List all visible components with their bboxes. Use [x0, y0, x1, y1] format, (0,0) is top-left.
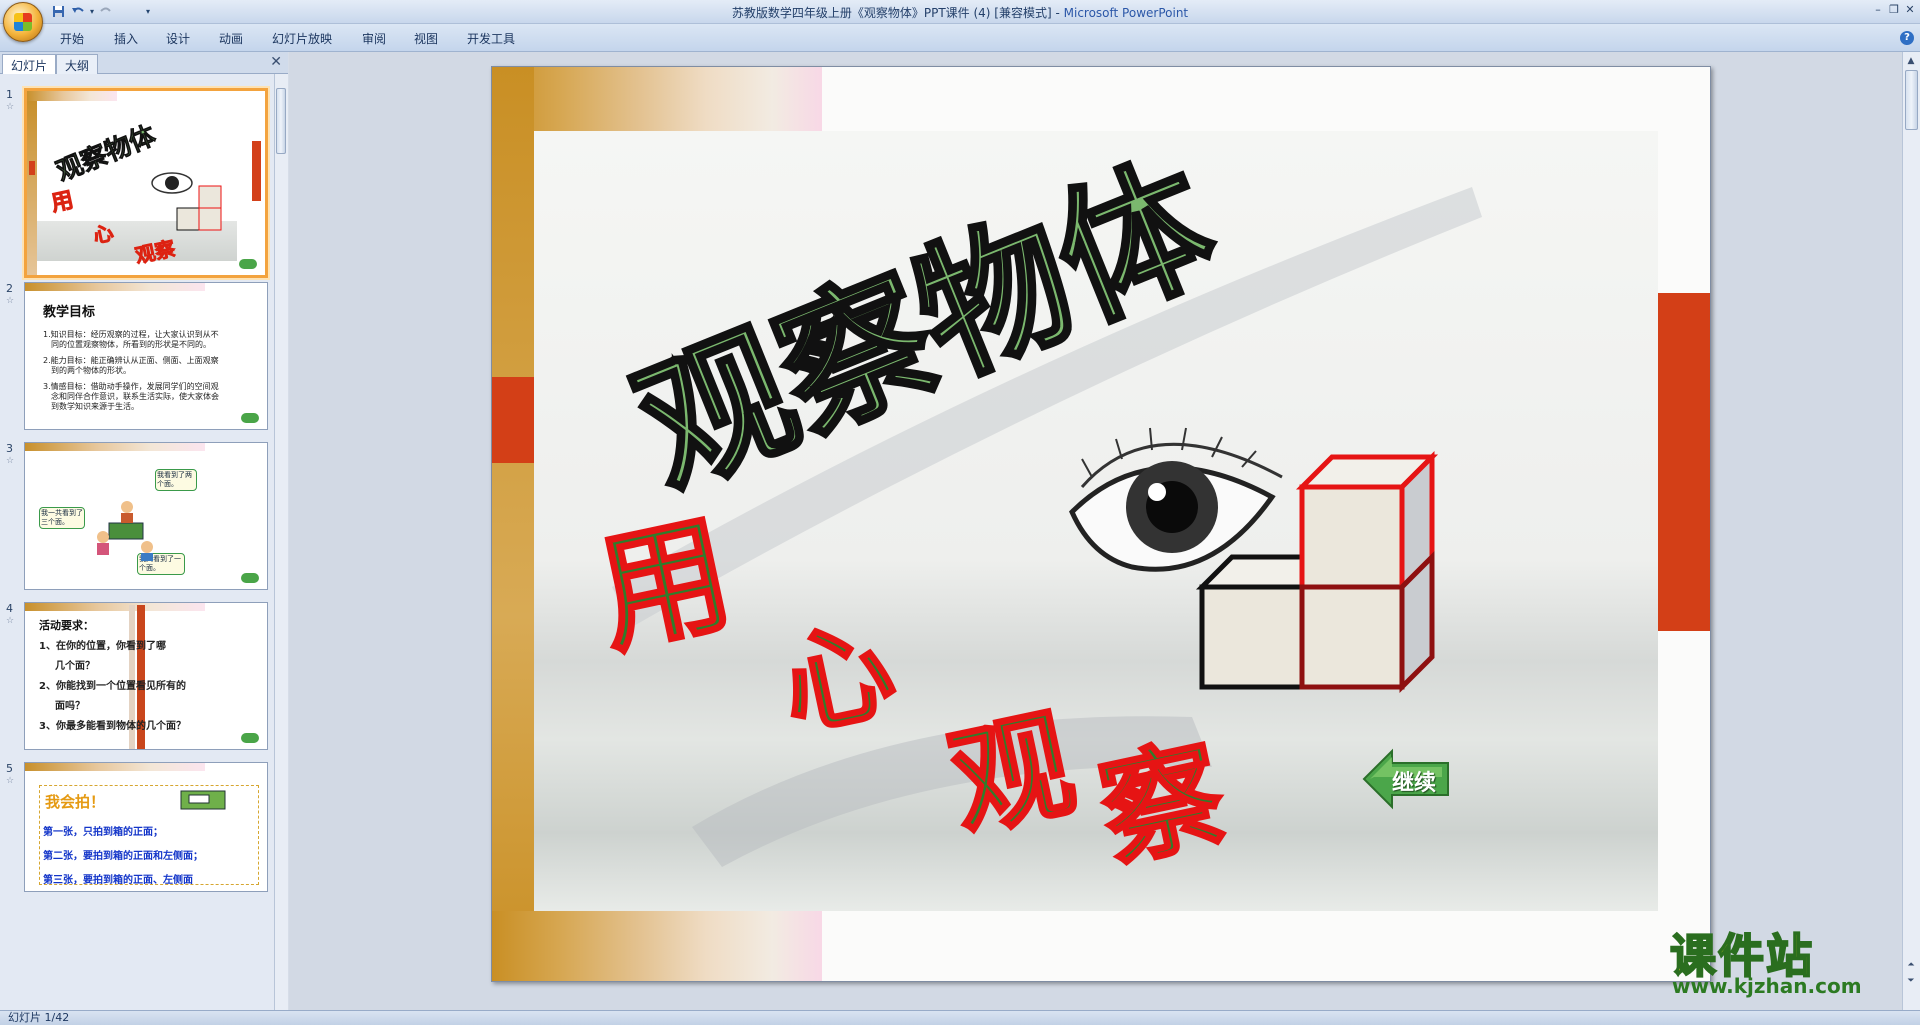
tab-review[interactable]: 审阅: [362, 30, 386, 47]
thumbnail-number: 1: [6, 88, 13, 101]
tab-insert[interactable]: 插入: [114, 30, 138, 47]
thumb-line: 几个面？: [55, 661, 95, 672]
svg-text:观察: 观察: [133, 236, 178, 268]
minimize-icon[interactable]: –: [1870, 2, 1886, 18]
animation-star-icon: ☆: [6, 102, 15, 112]
site-watermark: 课件站 www.kjzhan.com: [1669, 920, 1910, 998]
animation-star-icon: ☆: [6, 296, 15, 306]
title-bar: ▾ ▾ 苏教版数学四年级上册《观察物体》PPT课件 (4) [兼容模式] - M…: [0, 0, 1920, 42]
children-illustration: [97, 501, 153, 561]
thumb-line: 同的位置观察物体，所看到的形状是不同的。: [51, 340, 211, 349]
animation-star-icon: ☆: [6, 776, 15, 786]
document-title: 苏教版数学四年级上册《观察物体》PPT课件 (4) [兼容模式] -: [731, 6, 1064, 20]
svg-text:用: 用: [49, 188, 76, 217]
color-strip: [25, 763, 205, 771]
thumbnail-4[interactable]: 4 ☆ 活动要求： 1、在你的位置，你看到了哪 几个面？ 2、你能找到一个位置看…: [0, 602, 272, 750]
eye-illustration: [1069, 427, 1283, 572]
color-strip: [25, 443, 205, 451]
thumbnail-3[interactable]: 3 ☆ 我看到了两个面。 我一共看到了三个面。 我只看到了一个面。: [0, 442, 272, 590]
thumbnail-frame[interactable]: 我看到了两个面。 我一共看到了三个面。 我只看到了一个面。: [24, 442, 268, 590]
close-pane-icon[interactable]: ✕: [270, 54, 282, 70]
thumb-line: 第三张，要拍到箱的正面、左侧面: [43, 875, 193, 886]
thumb-line: 第一张，只拍到箱的正面；: [43, 827, 163, 838]
subtitle-char-2: 心: [771, 604, 905, 752]
tab-design[interactable]: 设计: [166, 30, 190, 47]
box-illustration: [180, 790, 226, 810]
thumb-heading: 我会拍！: [45, 793, 106, 811]
tab-animations[interactable]: 动画: [219, 30, 243, 47]
thumb-line: 到的两个物体的形状。: [51, 366, 131, 375]
pane-tabs: 幻灯片 大纲 ✕: [0, 52, 288, 74]
thumbnail-frame[interactable]: 观察物体 用 心 观察: [24, 88, 268, 278]
window-title: 苏教版数学四年级上册《观察物体》PPT课件 (4) [兼容模式] - Micro…: [0, 4, 1920, 21]
slide-scrollbar[interactable]: ▲ ⏶ ⏷: [1902, 52, 1920, 1010]
speech-bubble: 我一共看到了三个面。: [39, 507, 85, 529]
subtitle-char-1: 用: [585, 497, 744, 673]
continue-arrow-icon: [241, 413, 259, 423]
title-art: 观察物体 用 心 观 察: [583, 132, 1482, 887]
animation-star-icon: ☆: [6, 456, 15, 466]
scroll-up-icon[interactable]: ▲: [1905, 56, 1917, 68]
speech-bubble: 我看到了两个面。: [155, 469, 197, 491]
thumb-red-mark: [29, 161, 35, 175]
slide-counter: 幻灯片 1/42: [8, 1011, 70, 1024]
thumb-line: 面吗？: [55, 701, 85, 712]
scrollbar-thumb[interactable]: [1905, 70, 1918, 130]
continue-arrow-icon: [241, 573, 259, 583]
status-bar: 幻灯片 1/42: [0, 1010, 1920, 1025]
help-icon[interactable]: ?: [1900, 31, 1914, 45]
thumbnail-frame[interactable]: 我会拍！ 第一张，只拍到箱的正面； 第二张，要拍到箱的正面和左侧面； 第三张，要…: [24, 762, 268, 892]
thumbnail-5[interactable]: 5 ☆ 我会拍！ 第一张，只拍到箱的正面； 第二张，要拍到箱的正面和左侧面； 第…: [0, 762, 272, 910]
continue-label[interactable]: 继续: [1392, 765, 1436, 797]
thumbnail-number: 3: [6, 442, 13, 455]
thumb-heading: 教学目标: [43, 305, 96, 320]
side-strip: [27, 101, 37, 275]
tab-slideshow[interactable]: 幻灯片放映: [272, 30, 332, 47]
thumbnail-frame[interactable]: 教学目标 1.知识目标：经历观察的过程，让大家认识到从不 同的位置观察物体，所看…: [24, 282, 268, 430]
thumbnail-1[interactable]: 1 ☆ 观察物体 用 心 观察: [0, 88, 272, 278]
continue-arrow-icon: [239, 259, 257, 269]
thumb-line: 到数学知识来源于生活。: [51, 402, 139, 411]
color-strip: [25, 603, 205, 611]
thumb-title-art: 观察物体 用 心 观察: [49, 120, 222, 268]
thumbnail-list: 1 ☆ 观察物体 用 心 观察 2 ☆ 教学目标 1.知识目标：经历观察的过程，…: [0, 74, 272, 1010]
tab-outline[interactable]: 大纲: [56, 54, 99, 74]
subtitle-char-4: 察: [1089, 724, 1235, 885]
thumb-line: 3、你最多能看到物体的几个面？: [39, 721, 186, 732]
office-logo-icon: [14, 13, 32, 31]
close-icon[interactable]: ✕: [1902, 2, 1918, 18]
office-button[interactable]: [3, 2, 43, 42]
thumb-line: 1、在你的位置，你看到了哪: [39, 641, 166, 652]
color-strip: [27, 91, 117, 101]
app-name: Microsoft PowerPoint: [1063, 6, 1189, 20]
tab-home[interactable]: 开始: [60, 30, 84, 47]
slide-canvas[interactable]: 观察物体 用 心 观 察 继续: [491, 66, 1711, 982]
thumbnail-frame[interactable]: 活动要求： 1、在你的位置，你看到了哪 几个面？ 2、你能找到一个位置看见所有的…: [24, 602, 268, 750]
svg-text:心: 心: [91, 220, 116, 248]
continue-arrow-icon: [241, 733, 259, 743]
tab-slides[interactable]: 幻灯片: [2, 54, 57, 74]
color-strip: [25, 283, 205, 291]
tab-view[interactable]: 视图: [414, 30, 438, 47]
thumb-line: 第二张，要拍到箱的正面和左侧面；: [43, 851, 203, 862]
continue-button[interactable]: 继续: [1362, 747, 1452, 811]
tab-developer[interactable]: 开发工具: [467, 30, 515, 47]
thumb-line: 2、你能找到一个位置看见所有的: [39, 681, 186, 692]
ribbon-tabs: 开始 插入 设计 动画 幻灯片放映 审阅 视图 开发工具 ?: [0, 24, 1920, 52]
thumbnail-number: 4: [6, 602, 13, 615]
watermark-url: www.kjzhan.com: [1672, 974, 1862, 998]
slides-pane: 幻灯片 大纲 ✕ 1 ☆ 观察物体 用 心 观察 2 ☆ 教学目标 1.知识目标…: [0, 52, 288, 1010]
thumbnail-number: 2: [6, 282, 13, 295]
scrollbar-thumb[interactable]: [276, 88, 286, 154]
thumbnail-2[interactable]: 2 ☆ 教学目标 1.知识目标：经历观察的过程，让大家认识到从不 同的位置观察物…: [0, 282, 272, 430]
restore-icon[interactable]: ❐: [1886, 2, 1902, 18]
thumb-heading: 活动要求：: [39, 619, 94, 632]
thumbnail-number: 5: [6, 762, 13, 775]
subtitle-char-3: 观: [939, 694, 1085, 855]
thumbnail-scrollbar[interactable]: [274, 74, 288, 1010]
svg-text:观察物体: 观察物体: [52, 120, 161, 187]
animation-star-icon: ☆: [6, 616, 15, 626]
